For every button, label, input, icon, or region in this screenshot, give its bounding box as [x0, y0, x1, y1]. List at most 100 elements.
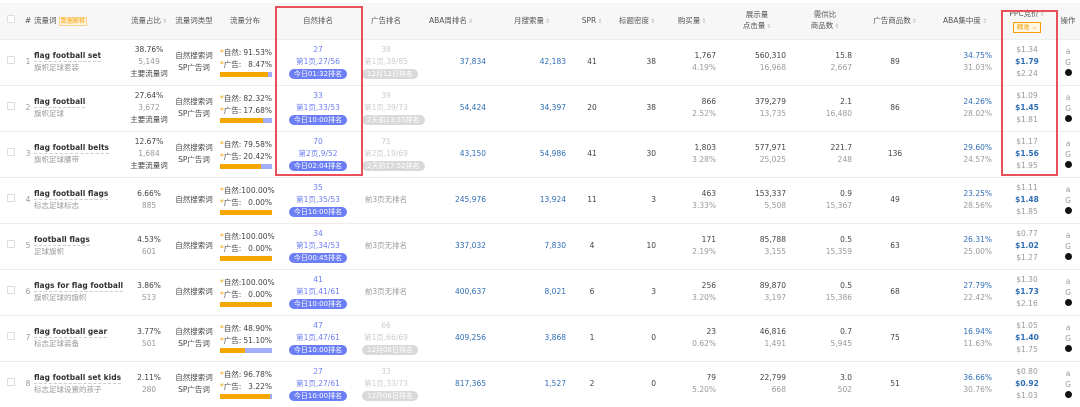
sort-icon[interactable]: ⇕ — [1040, 11, 1045, 18]
natural-rank-page[interactable]: 第1页,27/61 — [296, 379, 340, 388]
natural-rank-page[interactable]: 第2页,9/52 — [299, 149, 338, 158]
natural-rank-page[interactable]: 第1页,41/61 — [296, 287, 340, 296]
row-checkbox[interactable] — [7, 286, 15, 294]
sort-icon[interactable]: ⇕ — [701, 18, 706, 25]
compass-icon[interactable] — [1064, 160, 1072, 168]
monthly-search[interactable]: 8,021 — [545, 287, 566, 296]
monthly-search[interactable]: 7,830 — [545, 241, 566, 250]
natural-rank-page[interactable]: 第1页,33/53 — [296, 103, 340, 112]
keyword-link[interactable]: flag football — [34, 96, 86, 108]
ppc-high: $1.85 — [1016, 207, 1038, 216]
col-ad-products[interactable]: 广告商品数⇕ — [858, 3, 932, 39]
amazon-icon[interactable]: a — [1066, 277, 1071, 286]
col-aba-conc[interactable]: ABA集中度⇕ — [932, 3, 998, 39]
aba-rank[interactable]: 54,424 — [460, 103, 486, 112]
google-icon[interactable]: G — [1065, 196, 1071, 205]
select-all-checkbox[interactable] — [7, 15, 15, 24]
col-share[interactable]: 流量占比⇕ — [126, 3, 172, 39]
sort-icon[interactable]: ⇕ — [912, 18, 917, 25]
row-checkbox[interactable] — [7, 332, 15, 340]
sort-icon[interactable]: ⇕ — [468, 18, 473, 25]
row-checkbox[interactable] — [7, 148, 15, 156]
aba-rank[interactable]: 337,032 — [455, 241, 486, 250]
aba-rank[interactable]: 43,150 — [460, 149, 486, 158]
sort-icon[interactable]: ⇕ — [650, 18, 655, 25]
compass-icon[interactable] — [1064, 68, 1072, 76]
google-icon[interactable]: G — [1065, 150, 1071, 159]
google-icon[interactable]: G — [1065, 242, 1071, 251]
ppc-low: $0.77 — [1016, 229, 1038, 238]
amazon-icon[interactable]: a — [1066, 47, 1071, 56]
compass-icon[interactable] — [1064, 252, 1072, 260]
sort-icon[interactable]: ⇕ — [162, 18, 167, 25]
ppc-high: $1.27 — [1016, 253, 1038, 262]
keyword-link[interactable]: flag football belts — [34, 142, 110, 154]
aba-rank[interactable]: 409,256 — [455, 333, 486, 342]
data-explain-tag[interactable]: 数据解释 — [58, 16, 87, 26]
ad-rank-page[interactable]: 第1页,33/73 — [364, 379, 408, 388]
amazon-icon[interactable]: a — [1066, 93, 1071, 102]
amazon-icon[interactable]: a — [1066, 231, 1071, 240]
row-checkbox[interactable] — [7, 102, 15, 110]
google-icon[interactable]: G — [1065, 334, 1071, 343]
aba-rank[interactable]: 245,976 — [455, 195, 486, 204]
compass-icon[interactable] — [1064, 390, 1072, 398]
compass-icon[interactable] — [1064, 344, 1072, 352]
sort-icon[interactable]: ⇕ — [545, 18, 550, 25]
google-icon[interactable]: G — [1065, 380, 1071, 389]
monthly-search[interactable]: 1,527 — [545, 379, 566, 388]
keyword-link[interactable]: flags for flag football — [34, 280, 124, 292]
row-checkbox[interactable] — [7, 240, 15, 248]
google-icon[interactable]: G — [1065, 58, 1071, 67]
col-supply[interactable]: 需供比 商品数⇕ — [792, 3, 858, 39]
google-icon[interactable]: G — [1065, 104, 1071, 113]
row-checkbox[interactable] — [7, 56, 15, 64]
natural-rank-page[interactable]: 第1页,35/53 — [296, 195, 340, 204]
col-natural-rank: 自然排名 — [303, 16, 333, 26]
amazon-icon[interactable]: a — [1066, 323, 1071, 332]
monthly-search[interactable]: 13,924 — [540, 195, 566, 204]
sort-icon[interactable]: ⇕ — [766, 23, 771, 30]
sort-icon[interactable]: ⇕ — [982, 18, 987, 25]
keyword-link[interactable]: flag football set kids — [34, 372, 122, 385]
ppc-mode-dropdown[interactable]: 精准 ⌄ — [1012, 22, 1042, 34]
monthly-search[interactable]: 3,868 — [545, 333, 566, 342]
col-purchase[interactable]: 购买量⇕ — [662, 3, 722, 39]
ad-rank-page[interactable]: 第1页,39/73 — [364, 103, 408, 112]
amazon-icon[interactable]: a — [1066, 369, 1071, 378]
aba-rank[interactable]: 400,637 — [455, 287, 486, 296]
col-monthly[interactable]: 月搜索量⇕ — [492, 3, 572, 39]
ad-rank-page[interactable]: 第1页,66/69 — [364, 333, 408, 342]
keyword-link[interactable]: flag football set — [34, 50, 102, 62]
natural-rank-page[interactable]: 第1页,34/53 — [296, 241, 340, 250]
col-impressions[interactable]: 展示量 点击量⇕ — [722, 3, 792, 39]
keyword-link[interactable]: flag football flags — [34, 188, 109, 200]
compass-icon[interactable] — [1064, 298, 1072, 306]
keyword-link[interactable]: football flags — [34, 234, 90, 246]
clicks: 5,508 — [764, 201, 786, 210]
col-spr[interactable]: SPR⇕ — [572, 3, 612, 39]
compass-icon[interactable] — [1064, 114, 1072, 122]
amazon-icon[interactable]: a — [1066, 139, 1071, 148]
natural-rank-page[interactable]: 第1页,27/56 — [296, 57, 340, 66]
col-ppc[interactable]: PPC竞价⇕ 精准 ⌄ — [998, 3, 1056, 39]
ad-rank-page[interactable]: 第2页,19/69 — [364, 149, 408, 158]
col-title-density[interactable]: 标题密度⇕ — [612, 3, 662, 39]
google-icon[interactable]: G — [1065, 288, 1071, 297]
sort-icon[interactable]: ⇕ — [597, 18, 602, 25]
amazon-icon[interactable]: a — [1066, 185, 1071, 194]
compass-icon[interactable] — [1064, 206, 1072, 214]
col-aba-rank[interactable]: ABA周排名⇕ — [410, 3, 492, 39]
aba-rank[interactable]: 817,365 — [455, 379, 486, 388]
row-checkbox[interactable] — [7, 194, 15, 202]
keyword-link[interactable]: flag football gear — [34, 326, 108, 338]
natural-rank-page[interactable]: 第1页,47/61 — [296, 333, 340, 342]
row-checkbox[interactable] — [7, 378, 15, 387]
monthly-search[interactable]: 54,986 — [540, 149, 566, 158]
aba-rank[interactable]: 37,834 — [460, 57, 486, 66]
sort-icon[interactable]: ⇕ — [834, 23, 839, 30]
monthly-search[interactable]: 42,183 — [540, 57, 566, 66]
monthly-search[interactable]: 34,397 — [540, 103, 566, 112]
ad-rank-page[interactable]: 第1页,38/85 — [364, 57, 408, 66]
natural-bar — [220, 302, 272, 307]
